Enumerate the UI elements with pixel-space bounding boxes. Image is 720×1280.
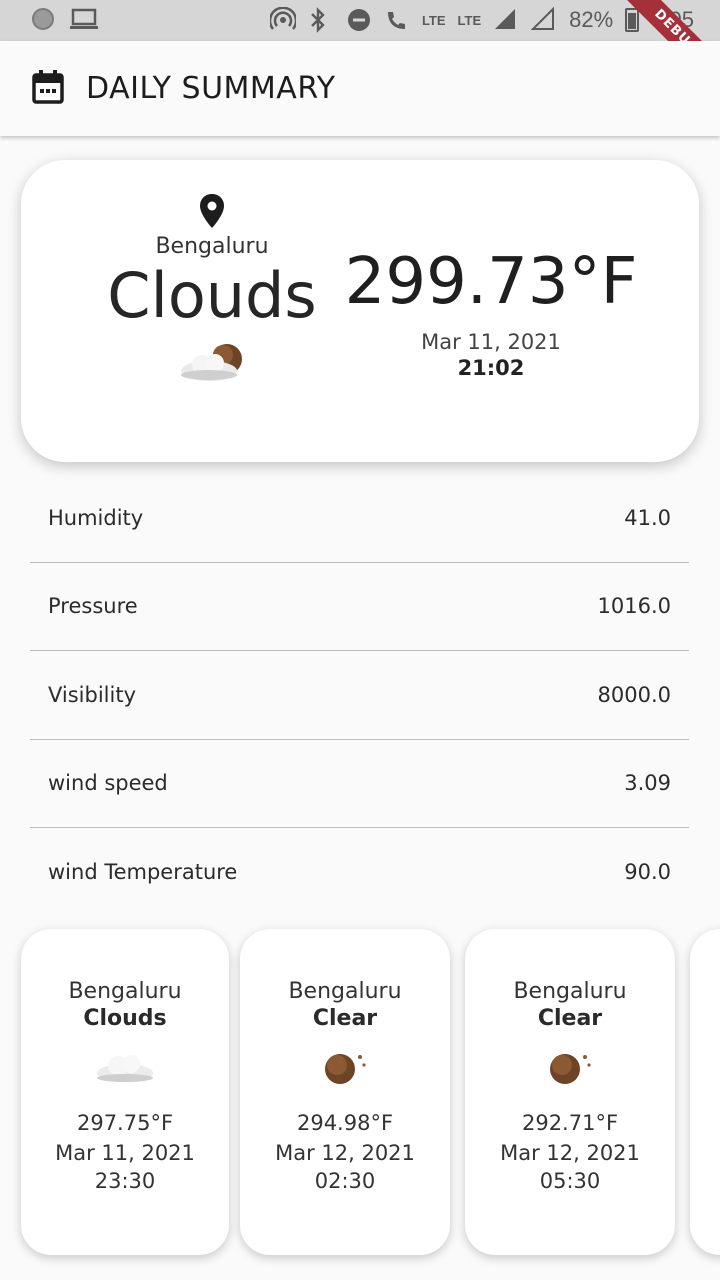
forecast-date: Mar 12, 2021 [500, 1141, 640, 1165]
detail-label: Visibility [48, 682, 137, 707]
forecast-city: Bengaluru [68, 979, 182, 1004]
hotspot-icon [268, 6, 298, 33]
clouds-weather-icon [81, 341, 343, 387]
forecast-condition: Clear [312, 1006, 378, 1031]
forecast-card[interactable]: Bengaluru Clouds 297.75°F Mar 11, 2021 2… [21, 929, 229, 1255]
forecast-date: Mar 12, 2021 [275, 1141, 415, 1165]
detail-row-humidity: Humidity 41.0 [30, 474, 689, 563]
page-title: DAILY SUMMARY [86, 71, 336, 106]
signal-empty-icon [530, 6, 557, 33]
forecast-time: 05:30 [539, 1169, 601, 1193]
current-date: Mar 11, 2021 [421, 330, 561, 354]
detail-value: 41.0 [624, 505, 671, 530]
detail-row-wind-speed: wind speed 3.09 [30, 740, 689, 828]
detail-row-pressure: Pressure 1016.0 [30, 563, 689, 651]
bluetooth-icon [308, 7, 334, 33]
forecast-time: 02:30 [314, 1169, 376, 1193]
forecast-condition: Clouds [83, 1006, 167, 1031]
detail-value: 3.09 [624, 771, 671, 796]
current-city: Bengaluru [155, 234, 269, 259]
detail-value: 90.0 [624, 860, 671, 885]
volte-call-icon [384, 7, 410, 33]
clouds-weather-icon [21, 1049, 229, 1089]
calendar-icon [32, 69, 64, 108]
app-bar: DAILY SUMMARY [0, 41, 720, 136]
forecast-temperature: 292.71°F [521, 1111, 619, 1135]
detail-label: Humidity [48, 505, 144, 530]
weather-details-list: Humidity 41.0 Pressure 1016.0 Visibility… [30, 474, 689, 917]
status-bar: LTE LTE 82% 9:05 DEBUG [0, 0, 720, 98]
forecast-temperature: 294.98°F [296, 1111, 394, 1135]
forecast-temperature: 297.75°F [76, 1111, 174, 1135]
lte-label: LTE [421, 12, 446, 28]
signal-icon [493, 7, 519, 33]
forecast-card[interactable]: Bengaluru Clear 294.98°F Mar 12, 2021 02… [240, 929, 450, 1255]
forecast-city: Bengaluru [513, 979, 627, 1004]
detail-label: wind speed [48, 771, 168, 796]
forecast-carousel[interactable]: Bengaluru Clouds 297.75°F Mar 11, 2021 2… [0, 929, 720, 1259]
current-condition: Clouds [107, 259, 317, 332]
forecast-condition: Clear [537, 1006, 603, 1031]
battery-icon [625, 8, 640, 32]
forecast-card[interactable]: Bengaluru Clear 292.71°F Mar 12, 2021 05… [465, 929, 675, 1255]
notification-dot-icon [32, 8, 54, 30]
current-temperature: 299.73°F [344, 245, 638, 319]
forecast-time: 23:30 [94, 1169, 156, 1193]
lte-label-2: LTE [457, 12, 482, 28]
detail-value: 1016.0 [597, 594, 671, 619]
clear-night-icon [465, 1049, 675, 1089]
detail-row-wind-temperature: wind Temperature 90.0 [30, 828, 689, 917]
location-pin-icon [200, 194, 224, 228]
current-time: 21:02 [457, 356, 525, 380]
battery-percent: 82% [569, 7, 614, 32]
laptop-icon [70, 8, 98, 30]
clear-night-icon [240, 1049, 450, 1089]
do-not-disturb-icon [346, 7, 372, 33]
current-weather-card[interactable]: Bengaluru Clouds 299.73°F Mar 11, 2021 2… [21, 160, 699, 462]
detail-label: wind Temperature [48, 860, 238, 885]
forecast-city: Bengaluru [288, 979, 402, 1004]
detail-value: 8000.0 [597, 682, 671, 707]
forecast-date: Mar 11, 2021 [55, 1141, 195, 1165]
forecast-card-partial[interactable] [690, 929, 720, 1255]
detail-label: Pressure [48, 594, 138, 619]
detail-row-visibility: Visibility 8000.0 [30, 651, 689, 740]
